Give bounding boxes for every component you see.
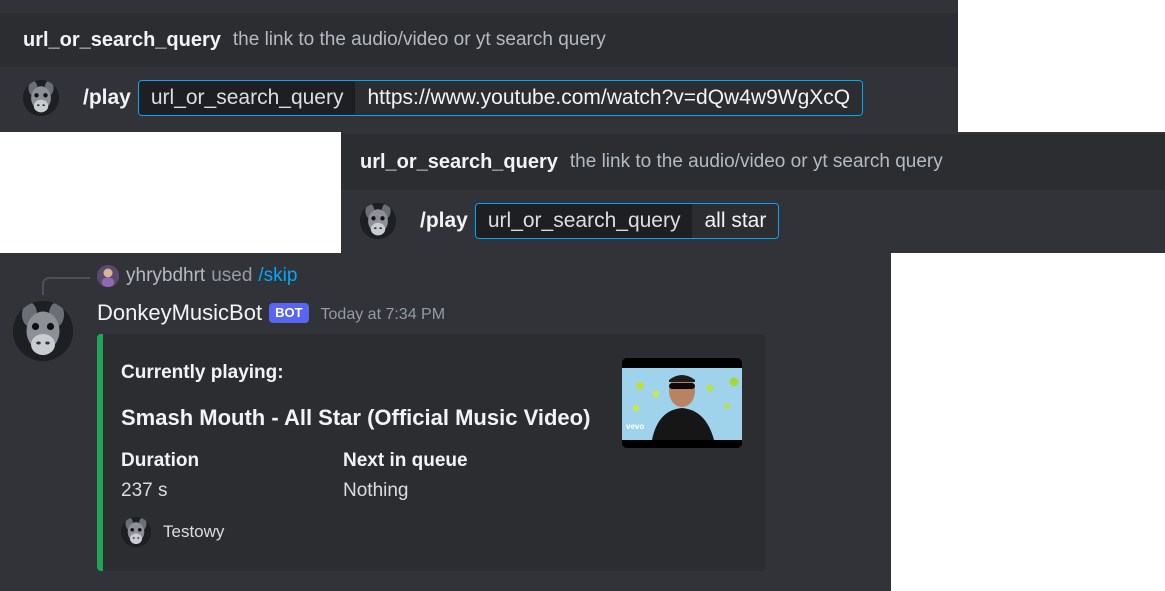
donkey-avatar-icon	[360, 203, 396, 239]
reply-reference[interactable]: yhrybdhrt used /skip	[97, 265, 297, 287]
author-name[interactable]: DonkeyMusicBot	[97, 300, 262, 326]
field-duration-name: Duration	[121, 450, 200, 471]
donkey-avatar-icon	[13, 301, 73, 361]
user-avatar-icon	[97, 265, 119, 287]
donkey-avatar-icon	[23, 80, 59, 116]
reply-command-link[interactable]: /skip	[258, 265, 297, 287]
option-value[interactable]: all star	[692, 204, 779, 238]
thumbnail-image	[622, 358, 742, 448]
reply-connector	[42, 277, 90, 295]
embed-label: Currently playing:	[121, 362, 284, 383]
message-header: DonkeyMusicBot BOT Today at 7:34 PM	[97, 300, 445, 326]
embed-footer: Testowy	[121, 517, 224, 547]
field-duration-value: 237 s	[121, 480, 168, 501]
thumbnail-watermark: vevo	[626, 422, 645, 431]
option-hint: url_or_search_query the link to the audi…	[341, 134, 1165, 190]
user-avatar	[23, 80, 59, 116]
option-key[interactable]: url_or_search_query	[138, 81, 356, 115]
footer-avatar	[121, 517, 151, 547]
now-playing-embed: Currently playing: Smash Mouth - All Sta…	[97, 334, 766, 571]
option-name: url_or_search_query	[360, 150, 558, 173]
bot-avatar[interactable]	[13, 301, 73, 361]
bot-badge: BOT	[269, 303, 309, 323]
command-name: /play	[420, 209, 468, 232]
embed-title: Smash Mouth - All Star (Official Music V…	[121, 405, 591, 430]
command-input-row[interactable]: /play url_or_search_query https://www.yo…	[0, 80, 958, 116]
reply-user-avatar[interactable]	[97, 265, 119, 287]
field-queue-name: Next in queue	[343, 450, 468, 471]
command-input-row[interactable]: /play url_or_search_query all star	[341, 203, 1165, 239]
user-avatar	[360, 203, 396, 239]
command-popup-bottom: url_or_search_query the link to the audi…	[341, 132, 1165, 253]
message-timestamp[interactable]: Today at 7:34 PM	[321, 306, 446, 324]
option-value[interactable]: https://www.youtube.com/watch?v=dQw4w9Wg…	[355, 81, 863, 115]
option-description: the link to the audio/video or yt search…	[232, 29, 606, 50]
field-queue-value: Nothing	[343, 480, 409, 501]
command-option-box[interactable]: url_or_search_query all star	[474, 203, 780, 239]
reply-username[interactable]: yhrybdhrt	[126, 265, 205, 287]
command-name: /play	[83, 86, 131, 109]
video-thumbnail[interactable]: vevo	[622, 358, 742, 448]
command-option-box[interactable]: url_or_search_query https://www.youtube.…	[137, 80, 864, 116]
command-popup-top: url_or_search_query the link to the audi…	[0, 0, 958, 132]
option-name: url_or_search_query	[23, 28, 221, 51]
option-hint: url_or_search_query the link to the audi…	[0, 13, 958, 67]
option-description: the link to the audio/video or yt search…	[569, 151, 943, 172]
donkey-avatar-icon	[121, 517, 151, 547]
option-key[interactable]: url_or_search_query	[475, 204, 693, 238]
reply-used-text: used	[211, 265, 253, 286]
footer-text: Testowy	[163, 522, 225, 541]
